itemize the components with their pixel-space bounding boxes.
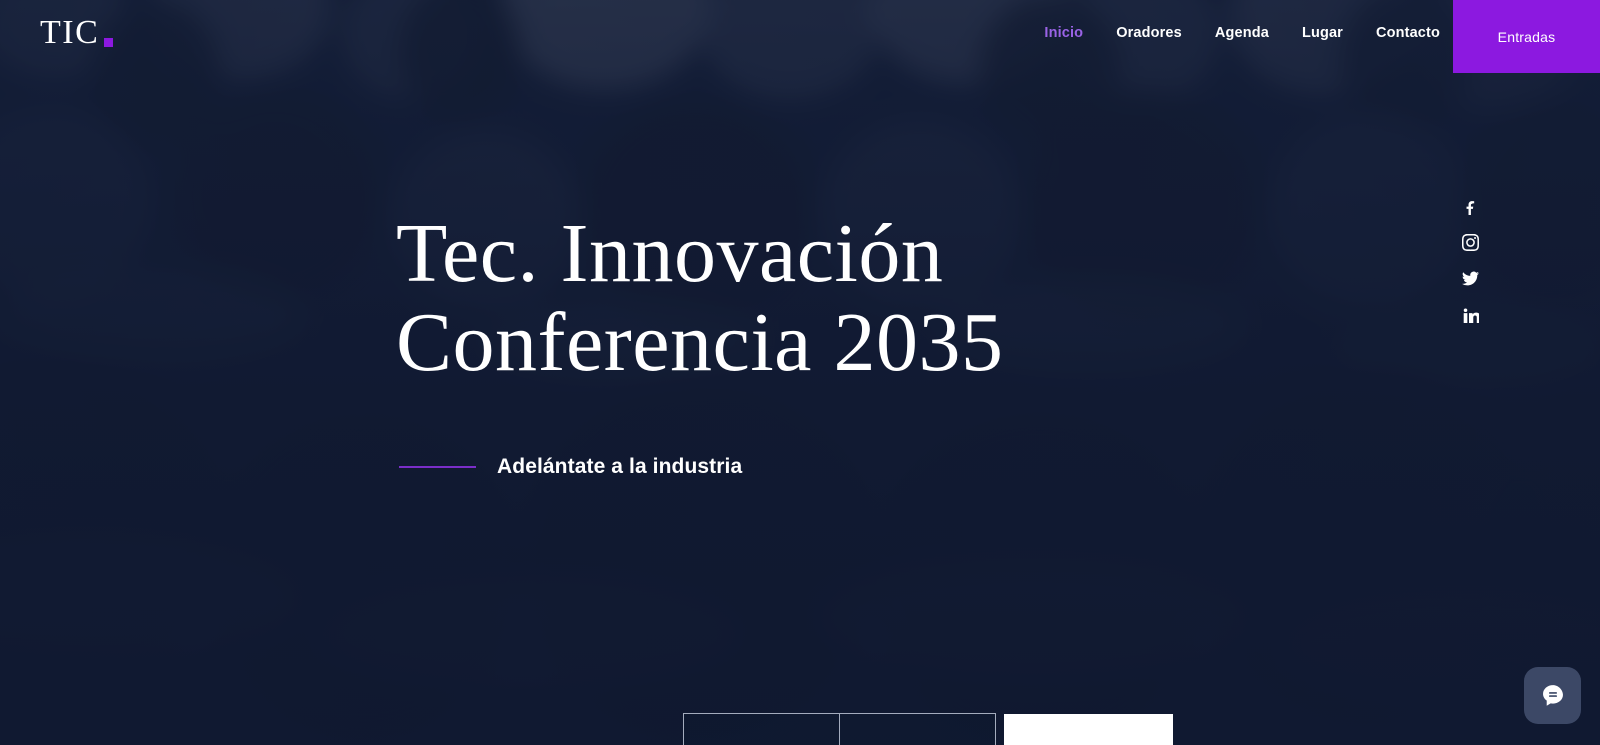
- event-info-box: 4 DE AGO GUADALAJARA: [683, 713, 996, 745]
- linkedin-icon[interactable]: [1462, 306, 1481, 323]
- hero-subtitle: Adelántate a la industria: [497, 455, 743, 478]
- main-navigation: Inicio Oradores Agenda Lugar Contacto: [1044, 25, 1440, 41]
- page-title: Tec. Innovación Conferencia 2035: [396, 209, 1116, 387]
- site-header: TIC Inicio Oradores Agenda Lugar Contact…: [0, 0, 1600, 74]
- social-links-rail: [1462, 198, 1481, 323]
- tickets-button[interactable]: Entradas: [1453, 0, 1600, 73]
- event-city: GUADALAJARA: [840, 714, 995, 745]
- nav-item-contacto[interactable]: Contacto: [1376, 25, 1440, 41]
- subtitle-rule: [399, 466, 476, 468]
- nav-item-agenda[interactable]: Agenda: [1215, 25, 1269, 41]
- hero-content: Tec. Innovación Conferencia 2035 Adelánt…: [0, 0, 1600, 745]
- facebook-icon[interactable]: [1462, 198, 1479, 215]
- page-title-line-1: Tec. Innovación: [396, 207, 944, 300]
- logo-dot-icon: [104, 38, 114, 47]
- chat-bubble-icon: [1542, 684, 1563, 706]
- logo[interactable]: TIC: [40, 14, 114, 51]
- nav-item-oradores[interactable]: Oradores: [1116, 25, 1182, 41]
- nav-item-lugar[interactable]: Lugar: [1302, 25, 1343, 41]
- register-cta-button[interactable]: Regístrate ya: [1004, 714, 1173, 745]
- hero-subtitle-row: Adelántate a la industria: [399, 455, 742, 479]
- logo-text: TIC: [40, 14, 100, 51]
- instagram-icon[interactable]: [1462, 234, 1479, 251]
- event-date: 4 DE AGO: [684, 714, 839, 745]
- twitter-icon[interactable]: [1462, 270, 1479, 287]
- chat-widget-button[interactable]: [1524, 667, 1581, 724]
- page-title-line-2: Conferencia 2035: [396, 296, 1004, 390]
- nav-item-inicio[interactable]: Inicio: [1044, 25, 1083, 41]
